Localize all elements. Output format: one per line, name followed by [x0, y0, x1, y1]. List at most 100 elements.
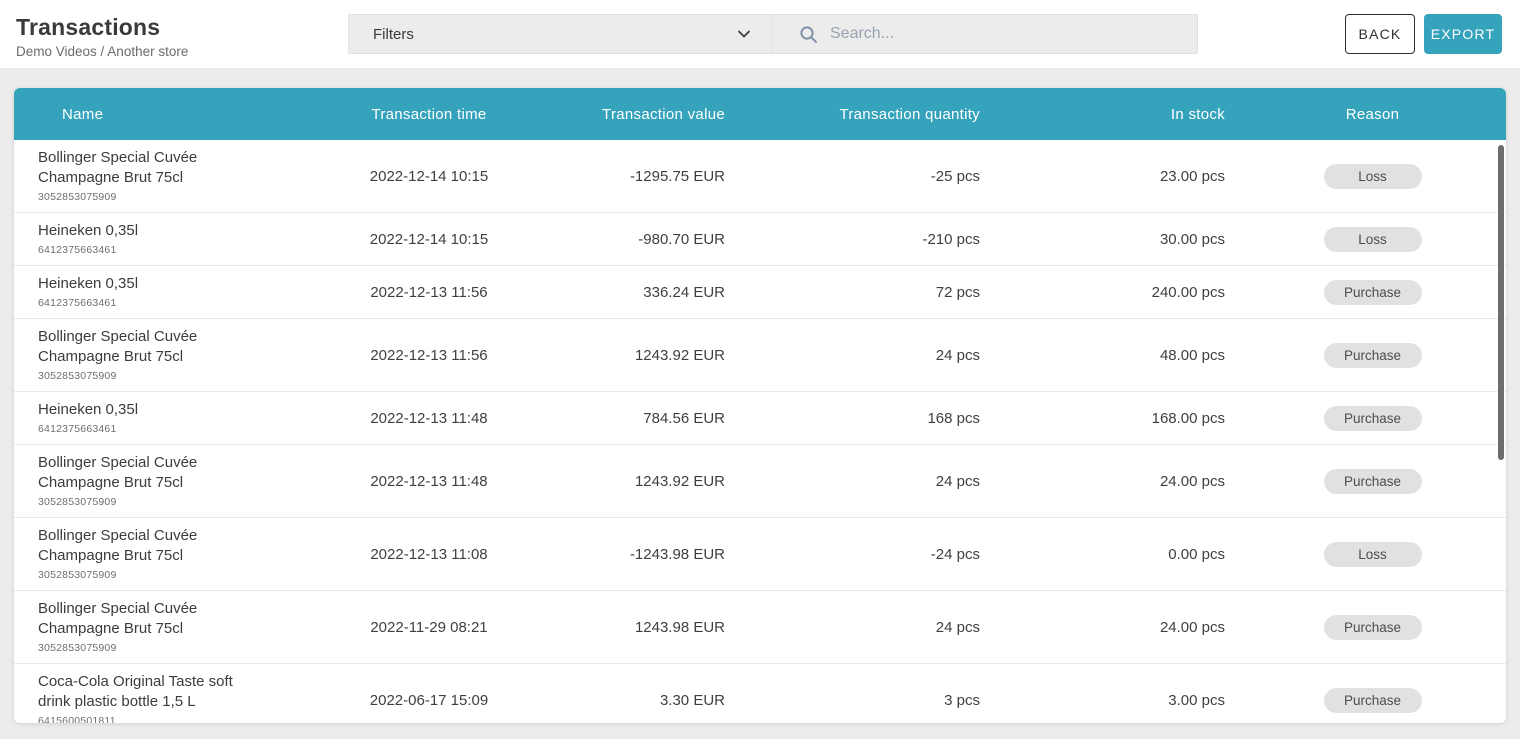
name-cell: Bollinger Special Cuvée Champagne Brut 7…: [14, 591, 344, 663]
transaction-quantity: 168 pcs: [739, 410, 994, 427]
transaction-quantity: -25 pcs: [739, 168, 994, 185]
reason-cell: Loss: [1239, 227, 1506, 252]
table-row[interactable]: Bollinger Special Cuvée Champagne Brut 7…: [14, 140, 1506, 213]
header-actions: BACK EXPORT: [1345, 0, 1502, 54]
in-stock-value: 30.00 pcs: [994, 231, 1239, 248]
reason-badge: Purchase: [1324, 688, 1422, 713]
transaction-value: -980.70 EUR: [514, 231, 739, 248]
name-cell: Coca-Cola Original Taste soft drink plas…: [14, 664, 344, 723]
column-header-in-stock: In stock: [994, 106, 1239, 123]
table-row[interactable]: Heineken 0,35l 6412375663461 2022-12-13 …: [14, 266, 1506, 319]
product-name: Heineken 0,35l: [38, 221, 246, 241]
reason-cell: Purchase: [1239, 280, 1506, 305]
table-row[interactable]: Bollinger Special Cuvée Champagne Brut 7…: [14, 591, 1506, 664]
transaction-time: 2022-12-13 11:56: [344, 347, 514, 364]
product-name: Bollinger Special Cuvée Champagne Brut 7…: [38, 327, 246, 367]
name-cell: Bollinger Special Cuvée Champagne Brut 7…: [14, 518, 344, 590]
title-block: Transactions Demo Videos / Another store: [16, 0, 348, 59]
reason-cell: Loss: [1239, 542, 1506, 567]
name-cell: Heineken 0,35l 6412375663461: [14, 213, 344, 265]
transaction-value: 784.56 EUR: [514, 410, 739, 427]
transaction-value: 3.30 EUR: [514, 692, 739, 709]
product-name: Bollinger Special Cuvée Champagne Brut 7…: [38, 599, 246, 639]
name-cell: Bollinger Special Cuvée Champagne Brut 7…: [14, 319, 344, 391]
column-header-time: Transaction time: [344, 106, 514, 123]
export-button[interactable]: EXPORT: [1424, 14, 1502, 54]
reason-badge: Purchase: [1324, 343, 1422, 368]
transaction-value: -1243.98 EUR: [514, 546, 739, 563]
transaction-value: 1243.98 EUR: [514, 619, 739, 636]
reason-cell: Purchase: [1239, 615, 1506, 640]
transaction-time: 2022-12-13 11:56: [344, 284, 514, 301]
transaction-time: 2022-12-14 10:15: [344, 231, 514, 248]
product-name: Bollinger Special Cuvée Champagne Brut 7…: [38, 453, 246, 493]
reason-cell: Purchase: [1239, 343, 1506, 368]
reason-badge: Purchase: [1324, 615, 1422, 640]
column-header-reason: Reason: [1239, 106, 1506, 123]
search-box[interactable]: [773, 14, 1198, 54]
table-row[interactable]: Bollinger Special Cuvée Champagne Brut 7…: [14, 445, 1506, 518]
reason-cell: Purchase: [1239, 406, 1506, 431]
transaction-quantity: 72 pcs: [739, 284, 994, 301]
product-name: Bollinger Special Cuvée Champagne Brut 7…: [38, 526, 246, 566]
search-icon: [799, 25, 818, 44]
back-button[interactable]: BACK: [1345, 14, 1415, 54]
top-bar: Transactions Demo Videos / Another store…: [0, 0, 1520, 68]
page-title: Transactions: [16, 14, 348, 41]
reason-badge: Loss: [1324, 542, 1422, 567]
product-barcode: 3052853075909: [38, 568, 334, 582]
in-stock-value: 168.00 pcs: [994, 410, 1239, 427]
transaction-time: 2022-11-29 08:21: [344, 619, 514, 636]
main-content: Name Transaction time Transaction value …: [0, 88, 1520, 723]
product-barcode: 3052853075909: [38, 190, 334, 204]
transaction-value: -1295.75 EUR: [514, 168, 739, 185]
in-stock-value: 0.00 pcs: [994, 546, 1239, 563]
product-name: Coca-Cola Original Taste soft drink plas…: [38, 672, 246, 712]
column-header-name: Name: [14, 106, 344, 123]
transaction-time: 2022-12-13 11:48: [344, 410, 514, 427]
table-row[interactable]: Heineken 0,35l 6412375663461 2022-12-13 …: [14, 392, 1506, 445]
table-row[interactable]: Coca-Cola Original Taste soft drink plas…: [14, 664, 1506, 723]
vertical-scrollbar[interactable]: [1498, 145, 1504, 460]
transaction-quantity: 24 pcs: [739, 473, 994, 490]
product-barcode: 3052853075909: [38, 641, 334, 655]
product-barcode: 6415600501811: [38, 714, 334, 723]
transaction-quantity: -24 pcs: [739, 546, 994, 563]
transaction-time: 2022-12-13 11:48: [344, 473, 514, 490]
table-row[interactable]: Bollinger Special Cuvée Champagne Brut 7…: [14, 319, 1506, 392]
reason-cell: Purchase: [1239, 688, 1506, 713]
filters-search-bar: Filters: [348, 0, 1198, 54]
product-name: Heineken 0,35l: [38, 400, 246, 420]
search-input[interactable]: [830, 25, 1183, 43]
product-barcode: 6412375663461: [38, 243, 334, 257]
transaction-quantity: 24 pcs: [739, 619, 994, 636]
chevron-down-icon: [736, 26, 752, 42]
product-barcode: 6412375663461: [38, 296, 334, 310]
product-name: Heineken 0,35l: [38, 274, 246, 294]
transactions-table: Name Transaction time Transaction value …: [14, 88, 1506, 723]
table-row[interactable]: Heineken 0,35l 6412375663461 2022-12-14 …: [14, 213, 1506, 266]
transaction-quantity: 24 pcs: [739, 347, 994, 364]
filters-dropdown[interactable]: Filters: [348, 14, 773, 54]
transaction-time: 2022-12-13 11:08: [344, 546, 514, 563]
product-barcode: 3052853075909: [38, 369, 334, 383]
product-barcode: 3052853075909: [38, 495, 334, 509]
name-cell: Heineken 0,35l 6412375663461: [14, 266, 344, 318]
table-row[interactable]: Bollinger Special Cuvée Champagne Brut 7…: [14, 518, 1506, 591]
in-stock-value: 3.00 pcs: [994, 692, 1239, 709]
breadcrumb: Demo Videos / Another store: [16, 44, 348, 59]
reason-badge: Purchase: [1324, 280, 1422, 305]
in-stock-value: 24.00 pcs: [994, 473, 1239, 490]
reason-badge: Purchase: [1324, 406, 1422, 431]
reason-cell: Loss: [1239, 164, 1506, 189]
name-cell: Bollinger Special Cuvée Champagne Brut 7…: [14, 445, 344, 517]
reason-cell: Purchase: [1239, 469, 1506, 494]
in-stock-value: 23.00 pcs: [994, 168, 1239, 185]
transaction-quantity: -210 pcs: [739, 231, 994, 248]
product-name: Bollinger Special Cuvée Champagne Brut 7…: [38, 148, 246, 188]
transaction-value: 1243.92 EUR: [514, 347, 739, 364]
name-cell: Heineken 0,35l 6412375663461: [14, 392, 344, 444]
name-cell: Bollinger Special Cuvée Champagne Brut 7…: [14, 140, 344, 212]
transaction-quantity: 3 pcs: [739, 692, 994, 709]
reason-badge: Loss: [1324, 227, 1422, 252]
